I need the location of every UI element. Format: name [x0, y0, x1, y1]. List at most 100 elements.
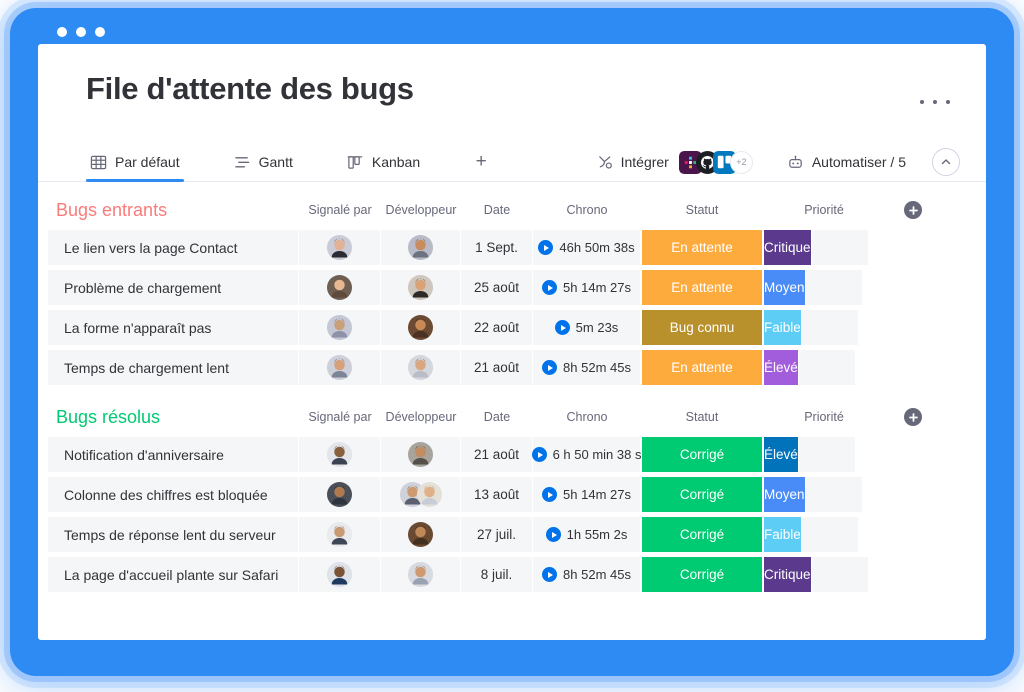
item-name-cell[interactable]: Colonne des chiffres est bloquée: [48, 477, 299, 512]
avatar[interactable]: [327, 442, 352, 467]
reporter-cell[interactable]: [299, 350, 381, 385]
chrono-cell[interactable]: 8h 52m 45s: [533, 350, 641, 385]
table-row[interactable]: Problème de chargement 25 août 5h 14m 27s E…: [38, 270, 986, 305]
avatar[interactable]: [408, 355, 433, 380]
integrate-button[interactable]: Intégrer: [596, 142, 669, 182]
reporter-cell[interactable]: [299, 557, 381, 592]
column-header-reporter[interactable]: Signalé par: [299, 410, 381, 424]
table-row[interactable]: Le lien vers la page Contact 1 Sept. 46h 5…: [38, 230, 986, 265]
table-row[interactable]: Colonne des chiffres est bloquée 13 août 5…: [38, 477, 986, 512]
collapse-toolbar-button[interactable]: [932, 148, 960, 176]
status-cell[interactable]: En attente: [641, 270, 763, 305]
play-icon[interactable]: [531, 447, 547, 462]
date-cell[interactable]: 1 Sept.: [461, 230, 533, 265]
table-row[interactable]: La forme n'apparaît pas 22 août 5m 23s Bug …: [38, 310, 986, 345]
avatar[interactable]: [408, 522, 433, 547]
item-name-cell[interactable]: Le lien vers la page Contact: [48, 230, 299, 265]
add-view-button[interactable]: +: [470, 142, 492, 182]
avatar[interactable]: [327, 355, 352, 380]
priority-cell[interactable]: Élevé: [763, 437, 799, 472]
board-menu-button[interactable]: [920, 92, 950, 112]
window-minimize-dot[interactable]: [76, 27, 86, 37]
date-cell[interactable]: 21 août: [461, 437, 533, 472]
add-column-button[interactable]: [904, 408, 922, 426]
priority-cell[interactable]: Moyen: [763, 477, 806, 512]
avatar[interactable]: [408, 275, 433, 300]
priority-cell[interactable]: Moyen: [763, 270, 806, 305]
status-cell[interactable]: En attente: [641, 350, 763, 385]
chrono-cell[interactable]: 5h 14m 27s: [533, 270, 641, 305]
table-row[interactable]: Temps de chargement lent 21 août 8h 52m 45…: [38, 350, 986, 385]
table-row[interactable]: Temps de réponse lent du serveur 27 juil.…: [38, 517, 986, 552]
play-icon[interactable]: [542, 567, 558, 582]
reporter-cell[interactable]: [299, 517, 381, 552]
column-header-developer[interactable]: Développeur: [381, 203, 461, 217]
avatar[interactable]: [408, 442, 433, 467]
column-header-date[interactable]: Date: [461, 410, 533, 424]
priority-cell[interactable]: Faible: [763, 517, 802, 552]
developer-cell[interactable]: [381, 230, 461, 265]
reporter-cell[interactable]: [299, 270, 381, 305]
tab-par-defaut[interactable]: Par défaut: [86, 142, 184, 182]
tab-kanban[interactable]: Kanban: [343, 142, 424, 182]
add-column-button[interactable]: [904, 201, 922, 219]
status-cell[interactable]: Corrigé: [641, 517, 763, 552]
developer-cell[interactable]: [381, 557, 461, 592]
avatar[interactable]: [327, 522, 352, 547]
chrono-cell[interactable]: 5m 23s: [533, 310, 641, 345]
date-cell[interactable]: 21 août: [461, 350, 533, 385]
status-cell[interactable]: Corrigé: [641, 557, 763, 592]
developer-cell[interactable]: [381, 517, 461, 552]
item-name-cell[interactable]: Temps de réponse lent du serveur: [48, 517, 299, 552]
developer-cell[interactable]: [381, 437, 461, 472]
table-row[interactable]: La page d'accueil plante sur Safari 8 jui…: [38, 557, 986, 592]
integration-badges[interactable]: +2: [678, 150, 753, 174]
play-icon[interactable]: [542, 360, 558, 375]
column-header-date[interactable]: Date: [461, 203, 533, 217]
avatar[interactable]: [416, 482, 442, 507]
play-icon[interactable]: [538, 240, 554, 255]
chrono-cell[interactable]: 5h 14m 27s: [533, 477, 641, 512]
date-cell[interactable]: 22 août: [461, 310, 533, 345]
avatar[interactable]: [327, 315, 352, 340]
status-cell[interactable]: Corrigé: [641, 477, 763, 512]
window-close-dot[interactable]: [57, 27, 67, 37]
item-name-cell[interactable]: Temps de chargement lent: [48, 350, 299, 385]
status-cell[interactable]: Bug connu: [641, 310, 763, 345]
column-header-status[interactable]: Statut: [641, 203, 763, 217]
avatar[interactable]: [327, 482, 352, 507]
reporter-cell[interactable]: [299, 310, 381, 345]
table-row[interactable]: Notification d'anniversaire 21 août 6 h 50…: [38, 437, 986, 472]
developer-cell[interactable]: [381, 270, 461, 305]
avatar[interactable]: [327, 235, 352, 260]
chrono-cell[interactable]: 8h 52m 45s: [533, 557, 641, 592]
play-icon[interactable]: [542, 280, 558, 295]
column-header-status[interactable]: Statut: [641, 410, 763, 424]
avatar[interactable]: [327, 562, 352, 587]
date-cell[interactable]: 13 août: [461, 477, 533, 512]
priority-cell[interactable]: Critique: [763, 230, 812, 265]
item-name-cell[interactable]: La page d'accueil plante sur Safari: [48, 557, 299, 592]
chrono-cell[interactable]: 1h 55m 2s: [533, 517, 641, 552]
avatar[interactable]: [327, 275, 352, 300]
group-title[interactable]: Bugs résolus: [48, 407, 160, 427]
window-maximize-dot[interactable]: [95, 27, 105, 37]
status-cell[interactable]: Corrigé: [641, 437, 763, 472]
reporter-cell[interactable]: [299, 437, 381, 472]
developer-cell[interactable]: [381, 477, 461, 512]
column-header-priority[interactable]: Priorité: [763, 410, 885, 424]
chrono-cell[interactable]: 6 h 50 min 38 s: [531, 437, 641, 472]
priority-cell[interactable]: Critique: [763, 557, 812, 592]
play-icon[interactable]: [554, 320, 570, 335]
reporter-cell[interactable]: [299, 230, 381, 265]
date-cell[interactable]: 27 juil.: [461, 517, 533, 552]
play-icon[interactable]: [542, 487, 558, 502]
item-name-cell[interactable]: La forme n'apparaît pas: [48, 310, 299, 345]
play-icon[interactable]: [545, 527, 561, 542]
developer-cell[interactable]: [381, 350, 461, 385]
group-title[interactable]: Bugs entrants: [48, 200, 167, 220]
column-header-chrono[interactable]: Chrono: [533, 203, 641, 217]
tab-gantt[interactable]: Gantt: [230, 142, 297, 182]
avatar[interactable]: [408, 562, 433, 587]
priority-cell[interactable]: Élevé: [763, 350, 799, 385]
